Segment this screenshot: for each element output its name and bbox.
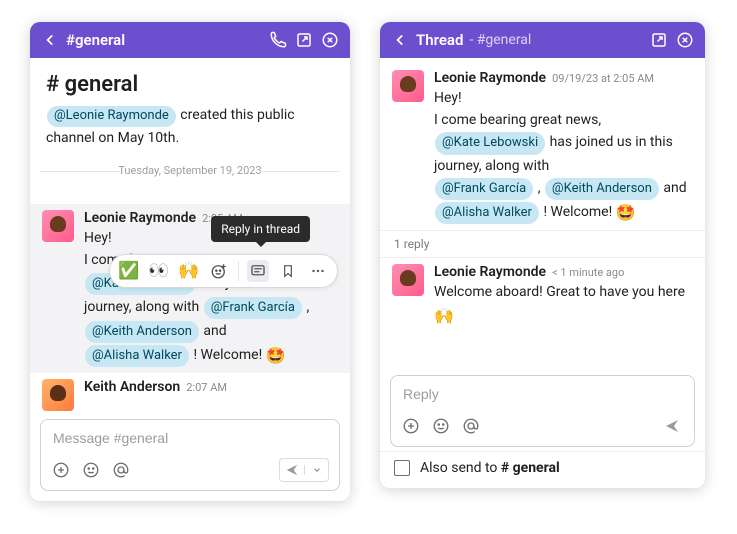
message-input[interactable] xyxy=(41,420,339,454)
message-time: 2:07 AM xyxy=(186,381,227,394)
mention-icon[interactable] xyxy=(111,460,131,480)
reply-count: 1 reply xyxy=(380,230,705,258)
message-time: 09/19/23 at 2:05 AM xyxy=(552,72,654,85)
close-icon[interactable] xyxy=(675,30,695,50)
call-icon[interactable] xyxy=(268,30,288,50)
channel-info: # general @Leonie Raymonde created this … xyxy=(30,58,350,158)
thread-parent-message[interactable]: Leonie Raymonde 09/19/23 at 2:05 AM Hey!… xyxy=(380,58,705,230)
composer xyxy=(40,419,340,491)
back-icon[interactable] xyxy=(390,30,410,50)
popout-icon[interactable] xyxy=(294,30,314,50)
react-check-emoji[interactable]: ✅ xyxy=(118,260,140,282)
mention[interactable]: @Alisha Walker xyxy=(85,345,189,367)
reply-input[interactable] xyxy=(391,376,694,410)
also-send-checkbox[interactable] xyxy=(394,460,410,476)
avatar[interactable] xyxy=(42,379,74,411)
mention[interactable]: @Alisha Walker xyxy=(435,202,539,224)
mention[interactable]: @Leonie Raymonde xyxy=(47,106,176,127)
message-author[interactable]: Keith Anderson xyxy=(84,379,180,395)
also-send-row: Also send to # general xyxy=(380,451,705,488)
message-time: < 1 minute ago xyxy=(552,266,624,279)
emoji-icon[interactable] xyxy=(431,416,451,436)
mention[interactable]: @Frank García xyxy=(204,297,302,319)
avatar[interactable] xyxy=(392,70,424,102)
send-button[interactable] xyxy=(660,414,684,438)
message-text: Hey! I come bearing great news, @Kate Le… xyxy=(84,228,338,369)
close-icon[interactable] xyxy=(320,30,340,50)
mention-icon[interactable] xyxy=(461,416,481,436)
react-hands-emoji[interactable]: 🙌 xyxy=(178,260,200,282)
reply-thread-icon[interactable] xyxy=(247,260,269,282)
channel-name[interactable]: #general xyxy=(66,31,125,49)
bookmark-icon[interactable] xyxy=(277,260,299,282)
reply-thread-tooltip: Reply in thread xyxy=(211,216,310,242)
message-author[interactable]: Leonie Raymonde xyxy=(434,70,546,86)
react-eyes-emoji[interactable]: 👀 xyxy=(148,260,170,282)
channel-title: # general xyxy=(46,72,334,97)
thread-reply-message[interactable]: Leonie Raymonde < 1 minute ago Welcome a… xyxy=(380,258,705,332)
thread-title: Thread xyxy=(416,31,463,49)
thread-panel: Thread - #general Leonie Raymonde 09/19/… xyxy=(380,22,705,488)
mention[interactable]: @Keith Anderson xyxy=(545,178,659,200)
attach-icon[interactable] xyxy=(51,460,71,480)
starstruck-emoji: 🤩 xyxy=(266,346,286,365)
attach-icon[interactable] xyxy=(401,416,421,436)
message-author[interactable]: Leonie Raymonde xyxy=(434,264,546,280)
starstruck-emoji: 🤩 xyxy=(616,203,636,222)
add-reaction-icon[interactable] xyxy=(208,260,230,282)
message-author[interactable]: Leonie Raymonde xyxy=(84,210,196,226)
more-icon[interactable] xyxy=(307,260,329,282)
also-send-label: Also send to # general xyxy=(420,460,560,476)
reply-composer xyxy=(390,375,695,447)
thread-subtitle[interactable]: - #general xyxy=(469,32,531,48)
channel-panel: #general # general @Leonie Raymonde crea… xyxy=(30,22,350,501)
avatar[interactable] xyxy=(42,210,74,242)
popout-icon[interactable] xyxy=(649,30,669,50)
send-button[interactable] xyxy=(279,458,329,482)
avatar[interactable] xyxy=(392,264,424,296)
raised-hands-emoji: 🙌 xyxy=(434,306,454,325)
mention[interactable]: @Kate Lebowski xyxy=(435,132,545,154)
message-row[interactable]: Keith Anderson 2:07 AM xyxy=(30,373,350,413)
channel-header: #general xyxy=(30,22,350,58)
date-divider: Tuesday, September 19, 2023 xyxy=(30,164,350,178)
message-text: Hey! I come bearing great news, @Kate Le… xyxy=(434,88,693,226)
emoji-icon[interactable] xyxy=(81,460,101,480)
back-icon[interactable] xyxy=(40,30,60,50)
channel-description: @Leonie Raymonde created this public cha… xyxy=(46,105,334,148)
mention[interactable]: @Keith Anderson xyxy=(85,321,199,343)
thread-header: Thread - #general xyxy=(380,22,705,58)
mention[interactable]: @Frank García xyxy=(435,178,533,200)
message-text: Welcome aboard! Great to have you here 🙌 xyxy=(434,282,693,328)
message-hover-toolbar: ✅ 👀 🙌 xyxy=(109,254,338,288)
